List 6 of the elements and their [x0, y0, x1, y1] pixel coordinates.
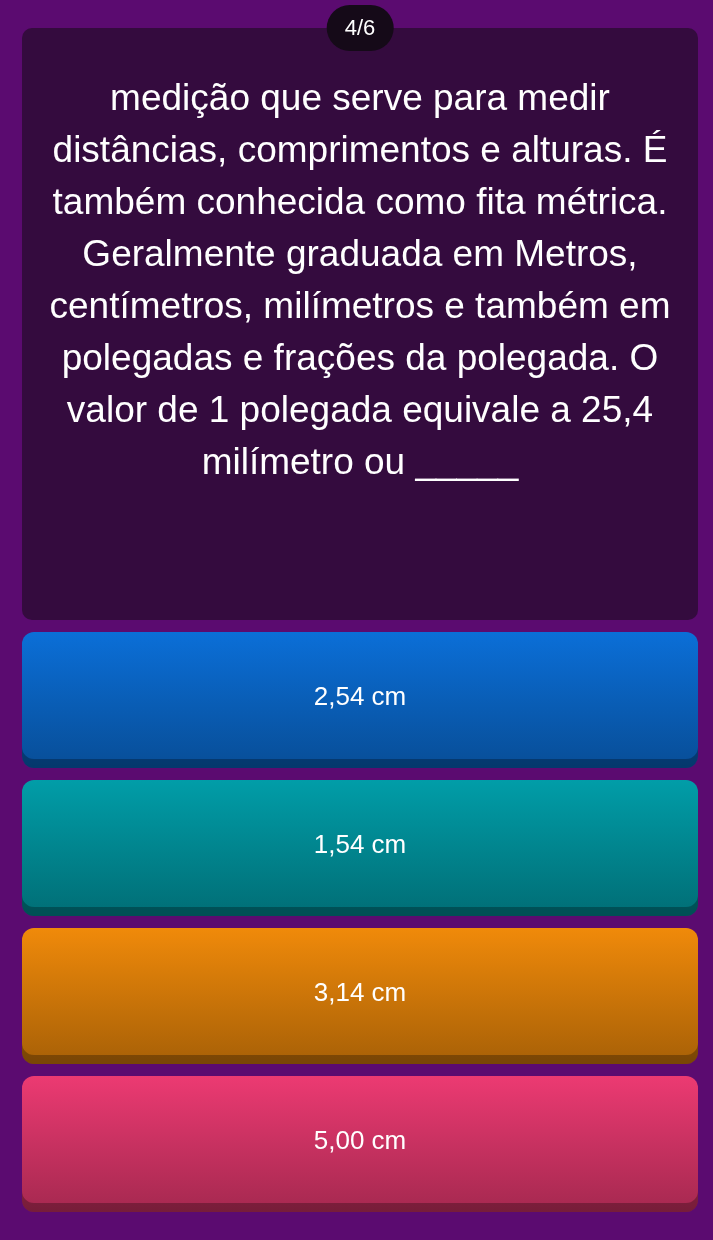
answer-button[interactable]: 2,54 cm	[22, 632, 698, 768]
answer-button[interactable]: 5,00 cm	[22, 1076, 698, 1212]
answer-button[interactable]: 1,54 cm	[22, 780, 698, 916]
question-text: medição que serve para medir distâncias, comprimentos e alturas. É também conhecida como fita métrica. Geralmente graduada em Metros, centímetros, milímetros e também em polegadas e frações da polegada. O valor de 1 polegada equivale a 25,4 milímetro ou _____	[48, 76, 672, 484]
answer-button[interactable]: 3,14 cm	[22, 928, 698, 1064]
question-counter: 4/6	[326, 5, 394, 51]
